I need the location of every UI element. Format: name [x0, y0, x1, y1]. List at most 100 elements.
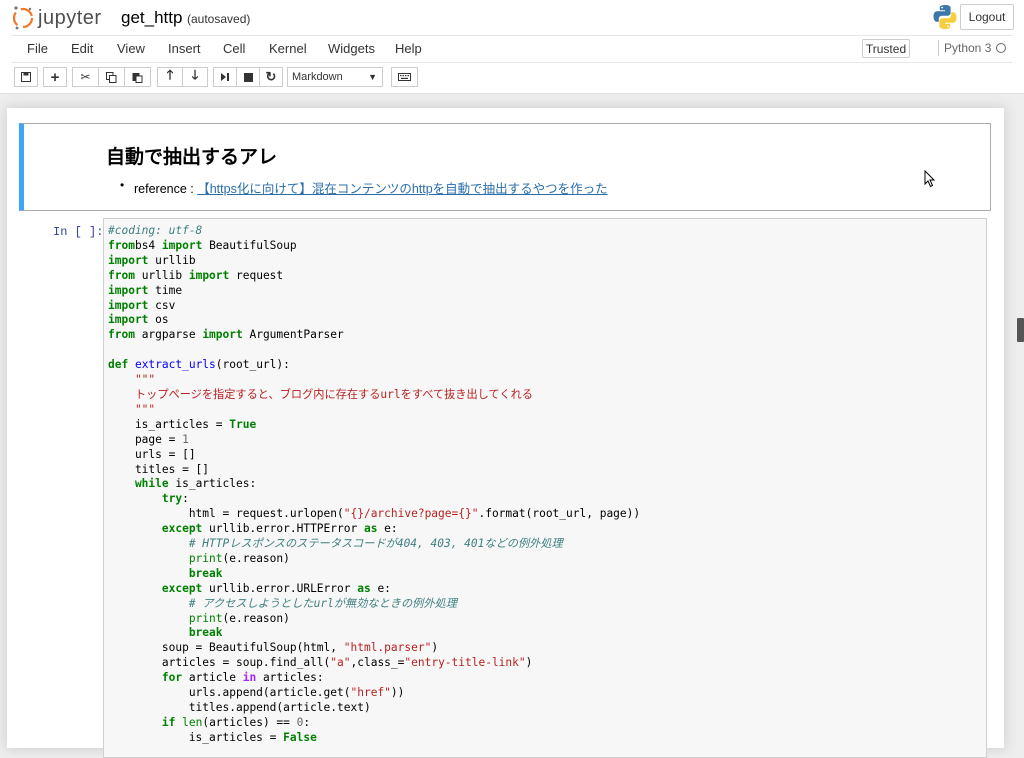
- menu-file[interactable]: File: [27, 41, 48, 56]
- code-token: urllib: [134, 268, 189, 282]
- code-token: import: [161, 238, 203, 252]
- code-token: e:: [370, 581, 391, 595]
- notebook-title[interactable]: get_http: [121, 8, 182, 28]
- code-token: bs4: [134, 238, 162, 252]
- paste-icon: [132, 72, 143, 83]
- code-text[interactable]: #coding: utf-8 frombs4 import BeautifulSo…: [108, 224, 640, 746]
- code-token: page =: [108, 432, 183, 446]
- save-button[interactable]: [14, 67, 38, 87]
- kernel-idle-icon: [996, 43, 1006, 53]
- markdown-cell[interactable]: 自動で抽出するアレ • reference : 【https化に向けて】混在コン…: [19, 123, 991, 211]
- insert-cell-button[interactable]: +: [43, 67, 67, 87]
- code-token: soup = BeautifulSoup(html,: [108, 641, 344, 655]
- code-token: articles:: [256, 671, 324, 685]
- code-token: if: [108, 715, 176, 729]
- code-token: os: [148, 313, 169, 327]
- jupyter-logo-icon: [12, 6, 34, 30]
- menu-help[interactable]: Help: [395, 41, 422, 56]
- paste-button[interactable]: [124, 67, 151, 87]
- code-token: articles = soup.find_all(: [108, 656, 331, 670]
- cell-type-value: Markdown: [292, 71, 343, 83]
- input-prompt: In [ ]:: [53, 225, 104, 239]
- menu-edit[interactable]: Edit: [71, 41, 93, 56]
- code-token: while: [108, 477, 169, 491]
- code-token: argparse: [134, 328, 203, 342]
- restart-kernel-button[interactable]: ↻: [259, 67, 283, 87]
- code-line: html = request.urlopen("{}/archive?page=…: [108, 507, 640, 522]
- code-token: is_articles:: [168, 477, 257, 491]
- move-down-button[interactable]: 🡓: [182, 67, 208, 87]
- code-line: import time: [108, 284, 640, 299]
- trusted-indicator[interactable]: Trusted: [862, 39, 910, 58]
- jupyter-logo[interactable]: jupyter: [12, 4, 102, 32]
- code-token: True: [229, 417, 257, 431]
- copy-button[interactable]: [98, 67, 125, 87]
- code-line: def extract_urls(root_url):: [108, 358, 640, 373]
- code-line: #coding: utf-8: [108, 224, 640, 239]
- reference-list-item: reference : 【https化に向けて】混在コンテンツのhttpを自動で…: [134, 178, 608, 197]
- notebook-header: jupyter get_http (autosaved) Logout File…: [0, 0, 1024, 94]
- code-token: import: [188, 268, 230, 282]
- code-token: import: [202, 328, 243, 342]
- code-line: except urllib.error.HTTPError as e:: [108, 522, 640, 537]
- code-line: from argparse import ArgumentParser: [108, 328, 640, 343]
- code-cell-editor[interactable]: #coding: utf-8 frombs4 import BeautifulSo…: [103, 218, 987, 758]
- menu-kernel[interactable]: Kernel: [269, 41, 307, 56]
- code-line: urls = []: [108, 448, 640, 463]
- save-icon: [21, 72, 31, 82]
- code-line: for article in articles:: [108, 671, 640, 686]
- code-line: """: [108, 403, 640, 418]
- command-palette-button[interactable]: [391, 67, 418, 87]
- menu-insert[interactable]: Insert: [168, 41, 201, 56]
- code-token: :: [182, 492, 189, 506]
- scrollbar-thumb[interactable]: [1017, 318, 1024, 342]
- code-token: try: [108, 492, 183, 506]
- keyboard-icon: [398, 73, 411, 81]
- mouse-cursor-icon: [924, 170, 936, 188]
- cut-button[interactable]: ✂: [72, 67, 99, 87]
- reference-label: reference :: [134, 182, 198, 196]
- interrupt-kernel-button[interactable]: [236, 67, 260, 87]
- code-token: """: [108, 373, 156, 387]
- code-line: page = 1: [108, 433, 640, 448]
- step-forward-icon: [221, 73, 229, 81]
- code-token: as: [357, 581, 371, 595]
- code-token: import: [108, 298, 149, 312]
- code-token: (articles) ==: [202, 715, 297, 729]
- code-token: from: [108, 268, 135, 282]
- code-token: html = request.urlopen(: [108, 507, 344, 521]
- code-token: ): [525, 656, 533, 670]
- code-line: is_articles = False: [108, 731, 640, 746]
- code-token: e:: [377, 522, 398, 536]
- code-token: urls = []: [108, 447, 196, 461]
- jupyter-logo-text: jupyter: [38, 6, 102, 29]
- move-up-button[interactable]: 🡑: [157, 67, 183, 87]
- menu-widgets[interactable]: Widgets: [328, 41, 375, 56]
- code-token: ,class_=: [350, 656, 405, 670]
- code-line: frombs4 import BeautifulSoup: [108, 239, 640, 254]
- run-cell-button[interactable]: [213, 67, 237, 87]
- kernel-divider: [938, 40, 939, 56]
- code-token: BeautifulSoup: [202, 238, 297, 252]
- code-token: csv: [148, 298, 176, 312]
- code-token: print: [108, 611, 223, 625]
- code-token: request: [229, 268, 284, 282]
- code-token: )): [390, 686, 405, 700]
- code-token: "html.parser": [343, 641, 432, 655]
- reference-link[interactable]: 【https化に向けて】混在コンテンツのhttpを自動で抽出するやつを作った: [197, 182, 607, 196]
- code-line: if len(articles) == 0:: [108, 716, 640, 731]
- menu-view[interactable]: View: [117, 41, 145, 56]
- notebook-page: 自動で抽出するアレ • reference : 【https化に向けて】混在コン…: [7, 108, 1004, 758]
- code-token: len: [182, 715, 203, 729]
- code-line: urls.append(article.get("href")): [108, 686, 640, 701]
- code-token: ArgumentParser: [242, 328, 344, 342]
- menu-cell[interactable]: Cell: [223, 41, 245, 56]
- arrow-down-icon: 🡓: [191, 67, 199, 82]
- code-line: break: [108, 626, 640, 641]
- code-line: # HTTPレスポンスのステータスコードが404, 403, 401などの例外処…: [108, 537, 640, 552]
- code-line: import os: [108, 313, 640, 328]
- code-token: import: [108, 283, 149, 297]
- cell-type-select[interactable]: Markdown ▼: [287, 67, 383, 87]
- logout-button[interactable]: Logout: [960, 4, 1014, 30]
